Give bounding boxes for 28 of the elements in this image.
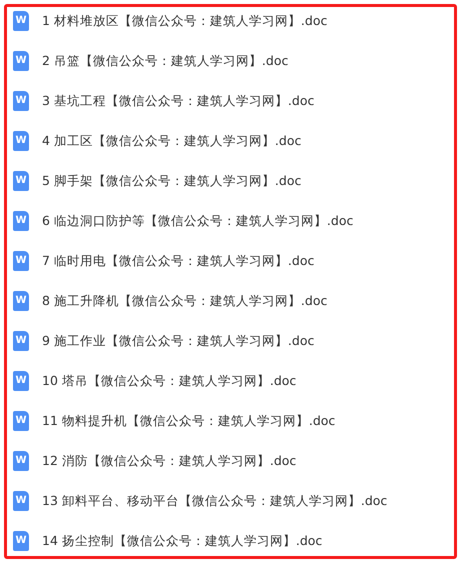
- file-name[interactable]: 6 临边洞口防护等【微信公众号：建筑人学习网】.doc: [42, 212, 354, 230]
- file-name[interactable]: 8 施工升降机【微信公众号：建筑人学习网】.doc: [42, 292, 328, 310]
- file-name[interactable]: 11 物料提升机【微信公众号：建筑人学习网】.doc: [42, 412, 336, 430]
- word-file-icon: W: [13, 411, 29, 431]
- file-name[interactable]: 2 吊篮【微信公众号：建筑人学习网】.doc: [42, 52, 288, 70]
- word-file-icon: W: [13, 531, 29, 551]
- word-file-icon: W: [13, 331, 29, 351]
- word-file-icon: W: [13, 211, 29, 231]
- word-file-icon: W: [13, 91, 29, 111]
- file-name[interactable]: 9 施工作业【微信公众号：建筑人学习网】.doc: [42, 332, 314, 350]
- file-name[interactable]: 14 扬尘控制【微信公众号：建筑人学习网】.doc: [42, 532, 322, 550]
- word-file-icon: W: [13, 171, 29, 191]
- word-file-icon: W: [13, 51, 29, 71]
- file-name[interactable]: 3 基坑工程【微信公众号：建筑人学习网】.doc: [42, 92, 314, 110]
- file-name[interactable]: 10 塔吊【微信公众号：建筑人学习网】.doc: [42, 372, 296, 390]
- file-name[interactable]: 13 卸料平台、移动平台【微信公众号：建筑人学习网】.doc: [42, 492, 388, 510]
- word-file-icon: W: [13, 451, 29, 471]
- word-file-icon: W: [13, 371, 29, 391]
- word-file-icon: W: [13, 131, 29, 151]
- word-file-icon: W: [13, 491, 29, 511]
- file-name[interactable]: 7 临时用电【微信公众号：建筑人学习网】.doc: [42, 252, 314, 270]
- file-name[interactable]: 12 消防【微信公众号：建筑人学习网】.doc: [42, 452, 296, 470]
- word-file-icon: W: [13, 251, 29, 271]
- file-name[interactable]: 1 材料堆放区【微信公众号：建筑人学习网】.doc: [42, 12, 328, 30]
- word-file-icon: W: [13, 11, 29, 31]
- file-name[interactable]: 4 加工区【微信公众号：建筑人学习网】.doc: [42, 132, 302, 150]
- file-name[interactable]: 5 脚手架【微信公众号：建筑人学习网】.doc: [42, 172, 302, 190]
- word-file-icon: W: [13, 291, 29, 311]
